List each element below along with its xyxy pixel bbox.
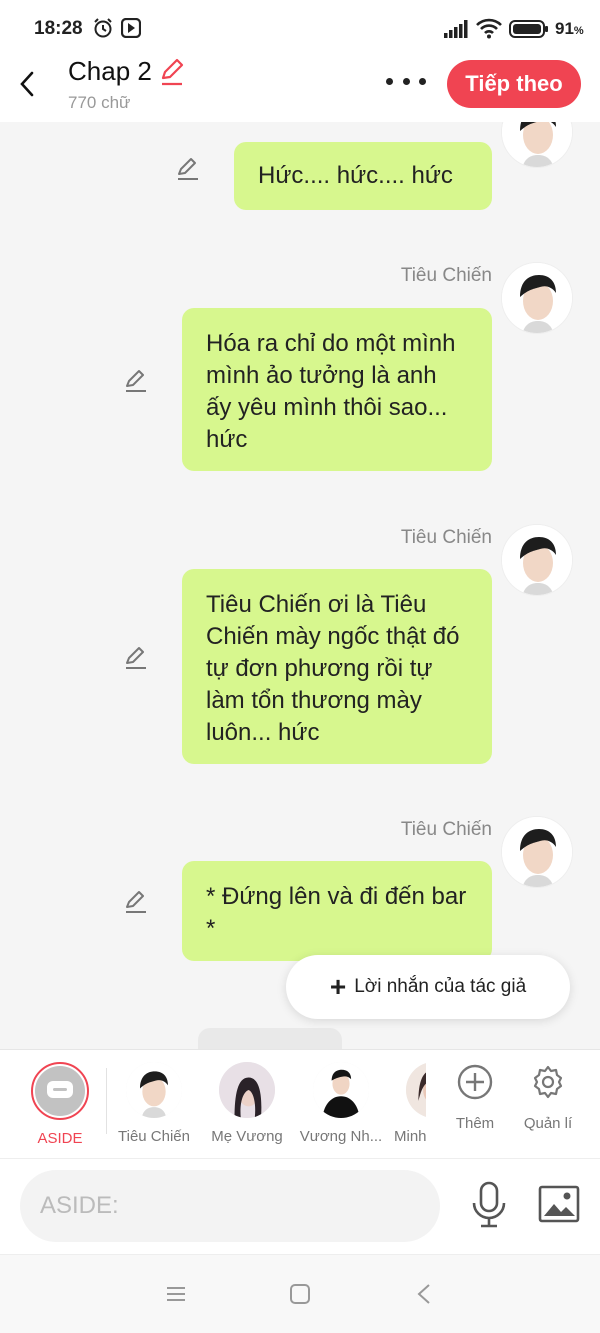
author-note-button[interactable]: + Lời nhắn của tác giả bbox=[286, 955, 570, 1019]
avatar[interactable] bbox=[501, 262, 573, 334]
microphone-icon[interactable] bbox=[470, 1181, 508, 1229]
message-text: Hức.... hức.... hức bbox=[258, 162, 453, 189]
message-text: Hóa ra chỉ do một mình mình ảo tưởng là … bbox=[206, 330, 456, 453]
signal-icon bbox=[444, 20, 468, 38]
character-tieu-chien[interactable]: Tiêu Chiến bbox=[106, 1062, 202, 1145]
chevron-left-icon bbox=[20, 71, 34, 97]
sender-name: Tiêu Chiến bbox=[400, 265, 492, 286]
manage-label: Quản lí bbox=[523, 1115, 573, 1132]
alarm-icon bbox=[94, 18, 112, 38]
add-character-button[interactable]: Thêm bbox=[440, 1064, 510, 1132]
avatar[interactable] bbox=[501, 816, 573, 888]
character-vuong-nh[interactable]: Vương Nh... bbox=[293, 1062, 389, 1145]
message-bubble[interactable]: Hóa ra chỉ do một mình mình ảo tưởng là … bbox=[182, 308, 492, 471]
character-label: Mẹ Vương bbox=[211, 1128, 283, 1145]
sender-name: Tiêu Chiến bbox=[400, 819, 492, 840]
character-label: Tiêu Chiến bbox=[118, 1128, 190, 1145]
chat-area[interactable]: Hức.... hức.... hức Tiêu Chiến Hóa ra ch… bbox=[0, 122, 600, 1049]
gear-icon bbox=[533, 1065, 563, 1099]
character-aside[interactable]: ASIDE bbox=[12, 1062, 108, 1147]
message-bubble[interactable]: Tiêu Chiến ơi là Tiêu Chiến mày ngốc thậ… bbox=[182, 569, 492, 764]
media-play-icon bbox=[121, 18, 141, 38]
chapter-header: Chap 2 770 chữ Tiếp theo bbox=[0, 56, 600, 122]
character-minh[interactable]: Minh bbox=[386, 1062, 426, 1145]
battery-icon bbox=[509, 20, 548, 38]
avatar bbox=[219, 1062, 275, 1118]
sender-name: Tiêu Chiến bbox=[400, 527, 492, 548]
message-text: * Đứng lên và đi đến bar * bbox=[206, 883, 467, 942]
chat-bubble-icon bbox=[47, 1081, 73, 1098]
plus-circle-icon bbox=[457, 1064, 493, 1100]
add-label: Thêm bbox=[455, 1115, 495, 1132]
edit-message-icon[interactable] bbox=[174, 155, 202, 183]
back-nav-icon[interactable] bbox=[416, 1283, 432, 1305]
aside-avatar bbox=[31, 1062, 89, 1120]
menu-icon[interactable] bbox=[165, 1285, 187, 1303]
character-label: Minh bbox=[394, 1128, 426, 1145]
edit-message-icon[interactable] bbox=[122, 644, 150, 672]
word-count: 770 chữ bbox=[68, 93, 131, 112]
input-bar bbox=[0, 1158, 600, 1254]
edit-message-icon[interactable] bbox=[122, 888, 150, 916]
avatar bbox=[406, 1062, 426, 1118]
manage-button[interactable]: Quản lí bbox=[513, 1064, 583, 1132]
battery-percent: 91% bbox=[555, 19, 584, 38]
system-nav-bar bbox=[0, 1254, 600, 1333]
status-bar: 18:28 91% bbox=[0, 0, 600, 56]
home-icon[interactable] bbox=[289, 1283, 311, 1305]
back-button[interactable] bbox=[12, 64, 42, 104]
author-note-label: Lời nhắn của tác giả bbox=[354, 976, 527, 997]
wifi-icon bbox=[476, 18, 502, 39]
character-bar: ASIDE Tiêu Chiến Mẹ Vương Vương Nh... Mi… bbox=[0, 1049, 600, 1158]
plus-icon: + bbox=[329, 971, 347, 1002]
edit-message-icon[interactable] bbox=[122, 367, 150, 395]
message-bubble[interactable]: Hức.... hức.... hức bbox=[234, 142, 492, 210]
avatar bbox=[313, 1062, 369, 1118]
more-options-button[interactable] bbox=[386, 70, 426, 92]
character-me-vuong[interactable]: Mẹ Vương bbox=[199, 1062, 295, 1145]
character-label: Vương Nh... bbox=[299, 1128, 383, 1145]
character-label: ASIDE bbox=[37, 1130, 83, 1147]
status-time: 18:28 bbox=[34, 18, 83, 39]
avatar[interactable] bbox=[501, 524, 573, 596]
avatar bbox=[126, 1062, 182, 1118]
message-text: Tiêu Chiến ơi là Tiêu Chiến mày ngốc thậ… bbox=[206, 591, 460, 746]
chapter-title[interactable]: Chap 2 bbox=[68, 56, 152, 87]
next-message-stub bbox=[198, 1028, 342, 1049]
edit-title-icon[interactable] bbox=[158, 58, 186, 86]
message-bubble[interactable]: * Đứng lên và đi đến bar * bbox=[182, 861, 492, 961]
message-input[interactable] bbox=[20, 1170, 440, 1242]
image-icon[interactable] bbox=[538, 1185, 580, 1223]
avatar[interactable] bbox=[501, 122, 573, 168]
next-chapter-button[interactable]: Tiếp theo bbox=[447, 60, 581, 108]
